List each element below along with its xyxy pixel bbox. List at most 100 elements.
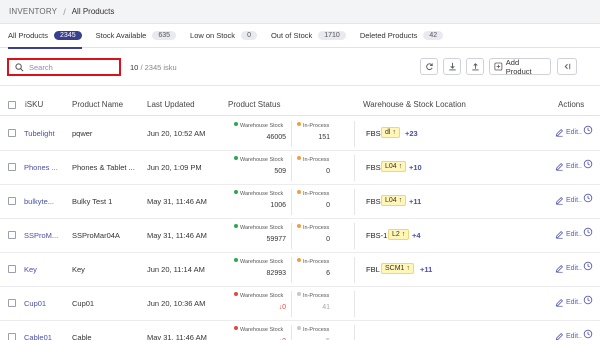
breadcrumb-current: All Products	[71, 7, 115, 16]
upload-button[interactable]	[466, 58, 484, 75]
column-header-warehouse[interactable]: Warehouse & Stock Location	[363, 100, 466, 109]
row-product-name: Key	[72, 265, 85, 274]
column-header-product-name[interactable]: Product Name	[72, 100, 123, 109]
in-process-status-dot	[297, 292, 301, 296]
location-chip[interactable]: L04 ↑	[381, 161, 407, 172]
column-header-isku[interactable]: iSKU	[25, 100, 43, 109]
table-row[interactable]: SSProM... SSProMar04A May 31, 11:46 AM Ware…	[0, 219, 600, 253]
edit-button[interactable]: Edit..	[555, 332, 582, 340]
tab-out-of-stock[interactable]: Out of Stock 1710	[271, 24, 346, 48]
row-sku-link[interactable]: Cup01	[24, 299, 46, 308]
edit-button[interactable]: Edit..	[555, 264, 582, 273]
row-sku-link[interactable]: SSProM...	[24, 231, 58, 240]
tab-all-products[interactable]: All Products 2345	[8, 24, 82, 49]
download-icon	[448, 62, 456, 71]
location-chip[interactable]: SCM1 ↑	[381, 263, 414, 274]
download-button[interactable]	[443, 58, 461, 75]
more-locations-link[interactable]: +4	[412, 231, 421, 240]
history-icon[interactable]	[583, 261, 593, 271]
warehouse-stock-value: 1006	[270, 202, 286, 209]
breadcrumb: INVENTORY / All Products	[0, 0, 600, 24]
in-process-value: 0	[326, 236, 330, 243]
edit-button[interactable]: Edit..	[555, 162, 582, 171]
row-checkbox[interactable]	[8, 129, 16, 137]
row-product-name: SSProMar04A	[72, 231, 120, 240]
status-divider	[354, 121, 355, 147]
warehouse-code: FBS	[366, 163, 381, 172]
warehouse-stock-status-dot	[234, 224, 238, 228]
row-last-updated: May 31, 11:46 AM	[147, 231, 207, 240]
refresh-button[interactable]	[420, 58, 438, 75]
warehouse-stock-status-dot	[234, 326, 238, 330]
location-chip[interactable]: dl ↑	[381, 127, 400, 138]
row-sku-link[interactable]: bulkyte...	[24, 197, 54, 206]
more-locations-link[interactable]: +10	[409, 163, 422, 172]
collapse-panel-button[interactable]	[557, 58, 577, 75]
row-sku-link[interactable]: Cable01	[24, 333, 52, 340]
edit-button[interactable]: Edit..	[555, 230, 582, 239]
table-row[interactable]: Phones ... Phones & Tablet ... Jun 20, 1:0…	[0, 151, 600, 185]
history-icon[interactable]	[583, 125, 593, 135]
in-process-label: In-Process	[297, 326, 329, 333]
row-checkbox[interactable]	[8, 163, 16, 171]
status-divider	[291, 155, 292, 181]
warehouse-stock-value: 59977	[266, 236, 286, 243]
warehouse-stock-label: Warehouse Stock	[234, 122, 283, 129]
breadcrumb-root[interactable]: INVENTORY	[9, 7, 57, 16]
warehouse-stock-label: Warehouse Stock	[234, 156, 283, 163]
tab-count-badge: 42	[423, 31, 444, 40]
status-divider	[354, 257, 355, 283]
tab-low-on-stock[interactable]: Low on Stock 0	[190, 24, 257, 48]
table-row[interactable]: Tubelight pqwer Jun 20, 10:52 AM Warehouse …	[0, 117, 600, 151]
row-checkbox[interactable]	[8, 333, 16, 340]
row-checkbox[interactable]	[8, 265, 16, 273]
column-header-last-updated[interactable]: Last Updated	[147, 100, 195, 109]
row-checkbox[interactable]	[8, 197, 16, 205]
column-header-product-status[interactable]: Product Status	[228, 100, 280, 109]
in-process-value: 151	[318, 134, 330, 141]
edit-button[interactable]: Edit..	[555, 196, 582, 205]
more-locations-link[interactable]: +11	[409, 197, 421, 206]
warehouse-stock-status-dot	[234, 258, 238, 262]
in-process-label-text: In-Process	[303, 327, 330, 333]
edit-label: Edit..	[566, 163, 582, 170]
location-chip[interactable]: L2 ↑	[388, 229, 410, 240]
edit-button[interactable]: Edit..	[555, 128, 582, 137]
row-sku-link[interactable]: Tubelight	[24, 129, 55, 138]
more-locations-link[interactable]: +23	[405, 129, 418, 138]
row-sku-link[interactable]: Phones ...	[24, 163, 58, 172]
row-checkbox[interactable]	[8, 299, 16, 307]
select-all-checkbox[interactable]	[8, 101, 16, 109]
in-process-value: 6	[326, 270, 330, 277]
location-chip[interactable]: L04 ↑	[381, 195, 407, 206]
row-last-updated: May 31, 11:46 AM	[147, 333, 207, 340]
row-checkbox[interactable]	[8, 231, 16, 239]
row-sku-link[interactable]: Key	[24, 265, 37, 274]
more-locations-link[interactable]: +11	[420, 265, 432, 274]
table-row[interactable]: bulkyte... Bulky Test 1 May 31, 11:46 AM Wa…	[0, 185, 600, 219]
refresh-icon	[425, 63, 433, 70]
tab-stock-available[interactable]: Stock Available 635	[96, 24, 177, 48]
tab-count-badge: 0	[241, 31, 257, 40]
status-divider	[354, 223, 355, 249]
table-row[interactable]: Cup01 Cup01 Jun 20, 10:36 AM Warehouse Stoc…	[0, 287, 600, 321]
warehouse-stock-label-text: Warehouse Stock	[240, 225, 284, 231]
history-icon[interactable]	[583, 329, 593, 339]
edit-button[interactable]: Edit..	[555, 298, 582, 307]
tab-deleted-products[interactable]: Deleted Products 42	[360, 24, 444, 48]
history-icon[interactable]	[583, 227, 593, 237]
history-icon[interactable]	[583, 295, 593, 305]
add-product-button[interactable]: Add Product	[489, 58, 551, 76]
in-process-status-dot	[297, 156, 301, 160]
table-row[interactable]: Cable01 Cable May 31, 11:46 AM Warehouse St…	[0, 321, 600, 340]
search-box[interactable]	[7, 58, 121, 76]
in-process-status-dot	[297, 122, 301, 126]
warehouse-stock-status-dot	[234, 190, 238, 194]
in-process-status-dot	[297, 258, 301, 262]
column-header-actions: Actions	[558, 100, 585, 109]
table-row[interactable]: Key Key Jun 20, 11:14 AM Warehouse Stock 829…	[0, 253, 600, 287]
search-input[interactable]	[29, 62, 114, 72]
history-icon[interactable]	[583, 159, 593, 169]
history-icon[interactable]	[583, 193, 593, 203]
status-divider	[354, 189, 355, 215]
